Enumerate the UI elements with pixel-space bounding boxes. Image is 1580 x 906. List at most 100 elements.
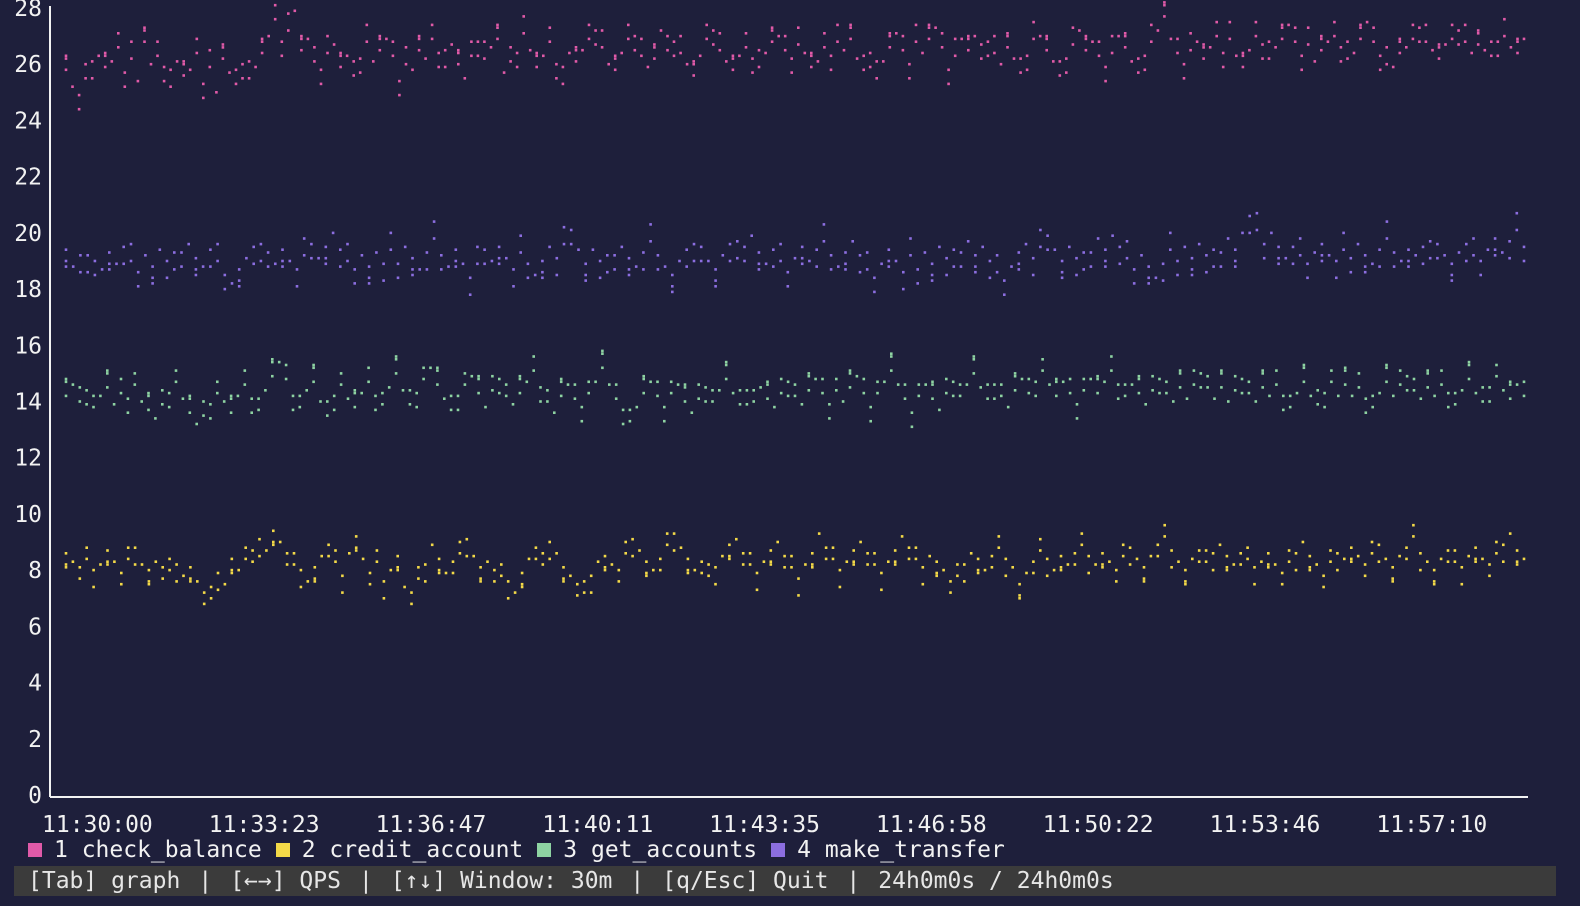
data-point (468, 293, 472, 296)
data-point (1363, 254, 1367, 257)
data-point (122, 262, 125, 266)
data-point (254, 65, 257, 69)
data-point (1320, 242, 1324, 246)
data-point (533, 273, 537, 277)
data-point (332, 43, 336, 46)
data-point (773, 405, 776, 409)
data-point (1378, 265, 1381, 268)
data-point (354, 535, 358, 538)
data-point (1437, 46, 1441, 49)
data-point (724, 360, 728, 364)
data-point (810, 54, 813, 58)
data-point (429, 366, 432, 370)
data-point (1066, 563, 1070, 566)
data-point (797, 43, 800, 46)
data-point (697, 383, 700, 386)
data-point (1199, 386, 1203, 389)
data-point (973, 34, 977, 38)
data-point (1058, 74, 1062, 77)
data-point (963, 580, 966, 583)
data-point (237, 285, 241, 288)
data-point (1202, 43, 1205, 46)
data-point (92, 568, 95, 572)
data-point (378, 34, 382, 38)
data-point (1202, 57, 1205, 60)
y-tick-label: 2 (28, 727, 42, 753)
data-point (271, 358, 274, 361)
data-point (829, 54, 833, 58)
data-point (489, 46, 493, 49)
data-point (1240, 391, 1244, 395)
data-point (450, 43, 453, 46)
data-point (555, 256, 559, 260)
data-point (1004, 574, 1008, 578)
data-point (365, 40, 369, 43)
data-point (346, 259, 349, 263)
data-point (1405, 557, 1408, 561)
data-point (90, 60, 94, 63)
data-point (797, 26, 800, 29)
data-point (940, 46, 944, 49)
data-point (541, 270, 544, 274)
data-point (486, 560, 489, 563)
data-point (671, 285, 674, 288)
data-point (92, 405, 95, 409)
data-point (284, 377, 288, 381)
data-point (930, 273, 934, 277)
data-point (1364, 411, 1368, 414)
data-point (1254, 400, 1258, 403)
elapsed-time: 24h0m0s / 24h0m0s (878, 868, 1114, 894)
quit-hint[interactable]: [q/Esc] Quit (662, 868, 828, 894)
data-point (188, 68, 192, 72)
data-point (653, 43, 656, 46)
data-point (1522, 394, 1526, 398)
data-point (465, 554, 469, 558)
data-point (202, 96, 205, 100)
data-point (195, 422, 198, 426)
data-point (1424, 40, 1428, 43)
data-point (956, 563, 959, 566)
data-point (1316, 403, 1319, 406)
data-point (1371, 394, 1374, 398)
data-point (822, 223, 826, 226)
data-point (1457, 29, 1460, 32)
data-point (555, 77, 558, 80)
data-point (633, 34, 637, 38)
data-point (1428, 240, 1432, 243)
data-point (587, 380, 590, 384)
data-point (736, 240, 739, 243)
data-point (1352, 51, 1356, 55)
data-point (642, 251, 645, 254)
data-point (1184, 582, 1187, 586)
x-tick-label: 11:46:58 (876, 812, 987, 838)
data-point (257, 397, 260, 400)
data-point (1197, 549, 1201, 552)
data-point (1306, 43, 1310, 46)
data-point (1391, 577, 1394, 580)
data-point (425, 251, 429, 254)
tab-graph-hint[interactable]: [Tab] graph (28, 868, 180, 894)
data-point (649, 223, 652, 226)
data-point (1465, 242, 1468, 246)
data-point (1220, 369, 1223, 372)
data-point (237, 568, 240, 572)
data-point (339, 65, 342, 69)
data-point (120, 571, 123, 575)
data-point (1490, 54, 1493, 58)
data-point (173, 251, 176, 254)
data-point (147, 582, 151, 586)
qps-toggle-hint[interactable]: [←→] QPS (230, 868, 341, 894)
data-point (541, 259, 544, 263)
data-point (470, 374, 474, 378)
data-point (659, 568, 662, 572)
data-point (424, 563, 427, 566)
data-point (288, 259, 292, 263)
window-size-hint[interactable]: [↑↓] Window: 30m (391, 868, 613, 894)
data-point (151, 265, 154, 268)
data-point (1075, 273, 1078, 277)
data-point (411, 273, 414, 277)
data-point (868, 51, 872, 55)
data-point (317, 256, 320, 260)
data-point (149, 62, 153, 66)
data-point (1385, 237, 1389, 240)
